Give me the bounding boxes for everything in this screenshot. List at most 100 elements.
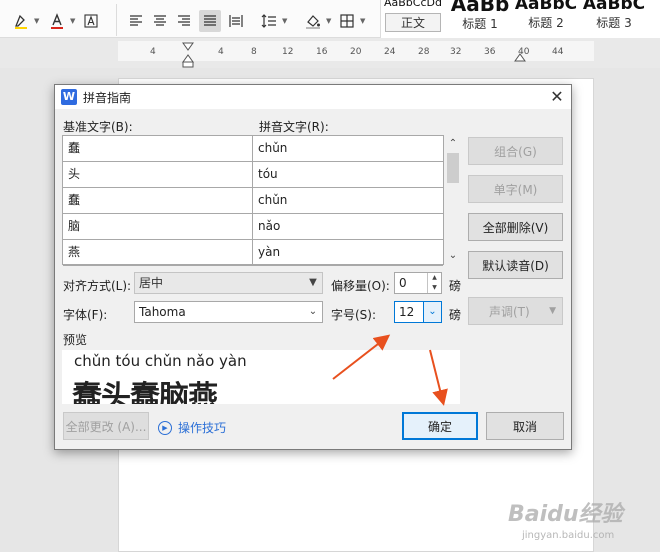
style-name: 标题 3 <box>596 16 632 30</box>
single-char-button[interactable]: 单字(M) <box>468 175 563 203</box>
preview-box: chǔn tóu chǔn nǎo yàn 蠢头蠢脑燕 <box>62 350 460 404</box>
dialog-title: 拼音指南 <box>83 91 132 105</box>
apply-all-button[interactable]: 全部更改 (A)... <box>63 412 149 440</box>
dialog-titlebar[interactable]: W 拼音指南 ✕ <box>55 85 571 109</box>
borders-icon[interactable] <box>336 10 358 32</box>
distributed-icon[interactable] <box>225 10 247 32</box>
pinyin-text-cell[interactable]: chǔn <box>253 188 443 213</box>
size-unit: 磅 <box>449 308 462 322</box>
font-size-select[interactable]: 12 ⌄ <box>394 301 442 323</box>
right-indent-marker-icon[interactable] <box>514 53 526 67</box>
align-left-icon[interactable] <box>125 10 147 32</box>
chevron-down-icon[interactable]: ▼ <box>34 17 39 25</box>
style-preview: AaBbCcDd <box>384 0 442 9</box>
tone-dropdown[interactable]: 声调(T) ▼ <box>468 297 563 325</box>
chevron-down-icon: ⌄ <box>423 302 441 322</box>
tone-label: 声调(T) <box>489 304 530 319</box>
chevron-down-icon[interactable]: ▼ <box>360 17 365 25</box>
pinyin-text-cell[interactable]: nǎo <box>253 214 443 239</box>
chevron-down-icon[interactable]: ▼ <box>326 17 331 25</box>
delete-all-button[interactable]: 全部删除(V) <box>468 213 563 241</box>
base-text-cell[interactable]: 蠢 <box>63 136 253 161</box>
offset-stepper[interactable]: 0 ▲ ▼ <box>394 272 442 294</box>
highlight-icon[interactable] <box>10 10 32 32</box>
style-preview: AaBbC <box>514 0 578 14</box>
justify-icon[interactable] <box>199 10 221 32</box>
char-border-icon[interactable] <box>80 10 102 32</box>
table-row: 头 tóu <box>63 162 443 188</box>
preview-base-text: 蠢头蠢脑燕 <box>72 380 218 404</box>
watermark-logo: Baidu经验 jingyan.baidu.com <box>508 496 658 552</box>
font-label: 字体(F): <box>63 308 108 322</box>
ruler-number: 8 <box>251 47 257 57</box>
play-icon: ▶ <box>158 420 172 435</box>
styles-gallery: AaBbCcDd 正文 AaBb 标题 1 AaBbC 标题 2 AaBbC 标… <box>380 0 660 38</box>
alignment-select[interactable]: 居中 ▼ <box>134 272 323 294</box>
chevron-down-icon: ⌄ <box>308 306 318 317</box>
table-row: 脑 nǎo <box>63 214 443 240</box>
pinyin-text-cell[interactable]: chǔn <box>253 136 443 161</box>
style-preview: AaBb <box>450 0 510 16</box>
line-spacing-icon[interactable] <box>258 10 280 32</box>
wps-writer-icon: W <box>61 89 77 105</box>
alignment-value: 居中 <box>139 276 164 290</box>
offset-value: 0 <box>399 276 407 290</box>
base-text-cell[interactable]: 头 <box>63 162 253 187</box>
pinyin-text-cell[interactable]: tóu <box>253 162 443 187</box>
ruler-number: 4 <box>218 47 224 57</box>
ruler-number: 32 <box>450 47 462 57</box>
pinyin-text-label: 拼音文字(R): <box>259 120 329 134</box>
style-name: 标题 2 <box>528 16 564 30</box>
ruler-number: 28 <box>418 47 430 57</box>
base-text-cell[interactable]: 脑 <box>63 214 253 239</box>
style-heading-2[interactable]: AaBbC 标题 2 <box>513 0 579 31</box>
align-right-icon[interactable] <box>173 10 195 32</box>
combine-button[interactable]: 组合(G) <box>468 137 563 165</box>
offset-spin-buttons[interactable]: ▲ ▼ <box>427 273 441 293</box>
base-text-cell[interactable]: 蠢 <box>63 188 253 213</box>
toolbar-divider <box>116 4 117 36</box>
pinyin-guide-dialog: W 拼音指南 ✕ 基准文字(B): 拼音文字(R): 蠢 chǔn 头 tóu … <box>54 84 572 450</box>
tips-link[interactable]: ▶ 操作技巧 <box>158 419 226 436</box>
offset-unit: 磅 <box>449 279 462 293</box>
font-value: Tahoma <box>139 305 186 319</box>
chevron-down-icon[interactable]: ▼ <box>282 17 287 25</box>
scroll-up-icon[interactable]: ⌃ <box>445 137 461 151</box>
ruler-number: 20 <box>350 47 362 57</box>
font-select[interactable]: Tahoma ⌄ <box>134 301 323 323</box>
font-color-icon[interactable] <box>46 10 68 32</box>
base-text-label: 基准文字(B): <box>63 120 133 134</box>
ruler-number: 24 <box>384 47 396 57</box>
scroll-thumb[interactable] <box>447 153 459 183</box>
ribbon-toolbar: ▼ ▼ ▼ ▼ ▼ AaBbCcDd 正文 AaBb 标题 1 AaBbC 标题… <box>0 0 660 38</box>
preview-label: 预览 <box>63 333 88 347</box>
ruler-number: 12 <box>282 47 294 57</box>
style-normal[interactable]: AaBbCcDd 正文 <box>381 0 445 32</box>
style-heading-1[interactable]: AaBb 标题 1 <box>447 0 513 32</box>
shading-icon[interactable] <box>302 10 324 32</box>
spin-down-icon: ▼ <box>432 284 437 291</box>
horizontal-ruler: 4 4 8 12 16 20 24 28 32 36 40 44 <box>0 38 660 68</box>
tips-label: 操作技巧 <box>178 421 227 435</box>
chevron-down-icon[interactable]: ▼ <box>70 17 75 25</box>
cancel-button[interactable]: 取消 <box>486 412 564 440</box>
font-size-value: 12 <box>399 305 415 319</box>
style-heading-3[interactable]: AaBbC 标题 3 <box>579 0 649 31</box>
pinyin-text-cell[interactable]: yàn <box>253 240 443 265</box>
style-name: 正文 <box>385 13 441 32</box>
base-text-cell[interactable]: 燕 <box>63 240 253 265</box>
ruler-number: 36 <box>484 47 496 57</box>
indent-marker-icon[interactable] <box>182 42 194 68</box>
close-icon[interactable]: ✕ <box>545 86 569 108</box>
scroll-down-icon[interactable]: ⌄ <box>445 249 461 263</box>
chevron-down-icon: ▼ <box>309 277 317 288</box>
alignment-label: 对齐方式(L): <box>63 279 132 293</box>
ok-button[interactable]: 确定 <box>402 412 478 440</box>
size-label: 字号(S): <box>331 308 377 322</box>
align-center-icon[interactable] <box>149 10 171 32</box>
offset-label: 偏移量(O): <box>331 279 390 293</box>
table-scrollbar[interactable]: ⌃ ⌄ <box>445 135 461 265</box>
chevron-down-icon: ▼ <box>549 306 556 316</box>
default-reading-button[interactable]: 默认读音(D) <box>468 251 563 279</box>
watermark-url: jingyan.baidu.com <box>522 530 615 541</box>
